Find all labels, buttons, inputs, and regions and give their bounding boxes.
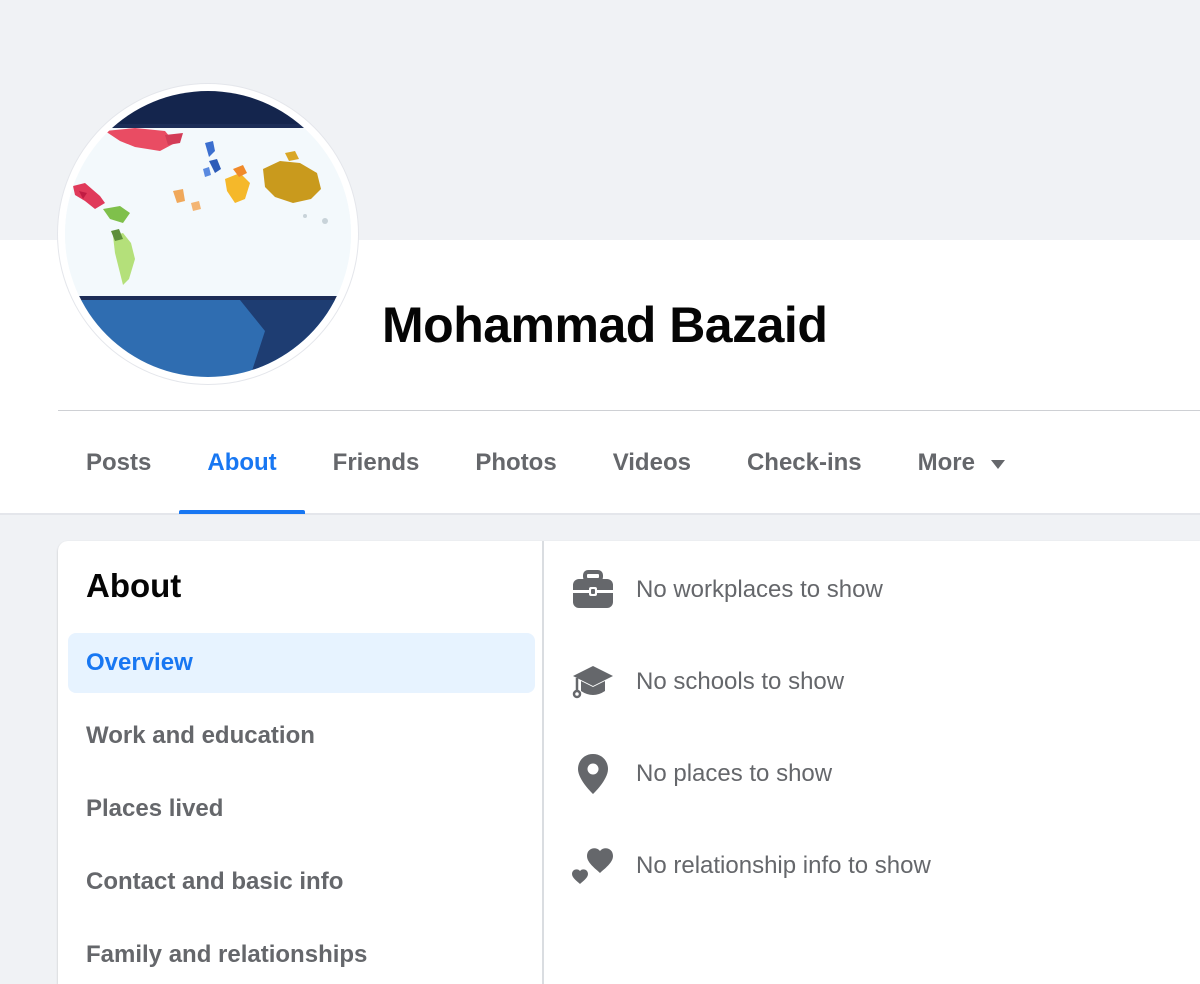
profile-tabs: Posts About Friends Photos Videos Check-… (58, 412, 1033, 514)
overview-text: No relationship info to show (636, 852, 931, 879)
about-nav: Overview Work and education Places lived… (68, 633, 535, 984)
header-divider (58, 410, 1200, 411)
overview-text: No workplaces to show (636, 576, 883, 603)
about-nav-label: Overview (86, 649, 193, 676)
location-pin-icon (570, 751, 616, 797)
about-nav-family-and-relationships[interactable]: Family and relationships (68, 925, 535, 984)
tab-friends[interactable]: Friends (305, 412, 448, 514)
tab-photos[interactable]: Photos (447, 412, 584, 514)
caret-down-icon (991, 459, 1005, 469)
tab-more[interactable]: More (890, 412, 1033, 514)
tab-about[interactable]: About (179, 412, 305, 514)
tab-label: Check-ins (746, 449, 862, 476)
tab-check-ins[interactable]: Check-ins (719, 412, 890, 514)
tab-videos[interactable]: Videos (585, 412, 719, 514)
avatar-world-map-image (65, 91, 351, 377)
about-nav-places-lived[interactable]: Places lived (68, 779, 535, 839)
about-nav-work-and-education[interactable]: Work and education (68, 706, 535, 766)
tab-label: Posts (86, 449, 152, 476)
about-nav-label: Contact and basic info (86, 868, 344, 895)
tab-label: More (917, 449, 975, 476)
overview-text: No schools to show (636, 668, 845, 695)
about-sidebar: About Overview Work and education Places… (58, 541, 544, 984)
about-nav-label: Places lived (86, 795, 224, 822)
profile-name: Mohammad Bazaid (382, 297, 828, 353)
about-overview: No workplaces to show No schools to show (546, 541, 1200, 984)
tab-label: Videos (612, 449, 691, 476)
tab-label: Photos (475, 449, 557, 476)
about-nav-contact-and-basic-info[interactable]: Contact and basic info (68, 852, 535, 912)
graduation-cap-icon (570, 659, 616, 705)
tab-label: Friends (332, 449, 420, 476)
profile-avatar[interactable] (58, 84, 358, 384)
overview-row-workplaces: No workplaces to show (570, 565, 883, 615)
about-nav-overview[interactable]: Overview (68, 633, 535, 693)
overview-text: No places to show (636, 760, 833, 787)
briefcase-icon (570, 567, 616, 613)
tab-posts[interactable]: Posts (58, 412, 179, 514)
hearts-icon (570, 843, 616, 889)
overview-row-places: No places to show (570, 749, 832, 799)
about-nav-label: Work and education (86, 722, 315, 749)
about-title: About (86, 567, 182, 604)
tab-label: About (207, 449, 277, 476)
about-card: About Overview Work and education Places… (58, 541, 1200, 984)
overview-row-relationship: No relationship info to show (570, 841, 931, 891)
about-nav-label: Family and relationships (86, 941, 368, 968)
overview-row-schools: No schools to show (570, 657, 844, 707)
